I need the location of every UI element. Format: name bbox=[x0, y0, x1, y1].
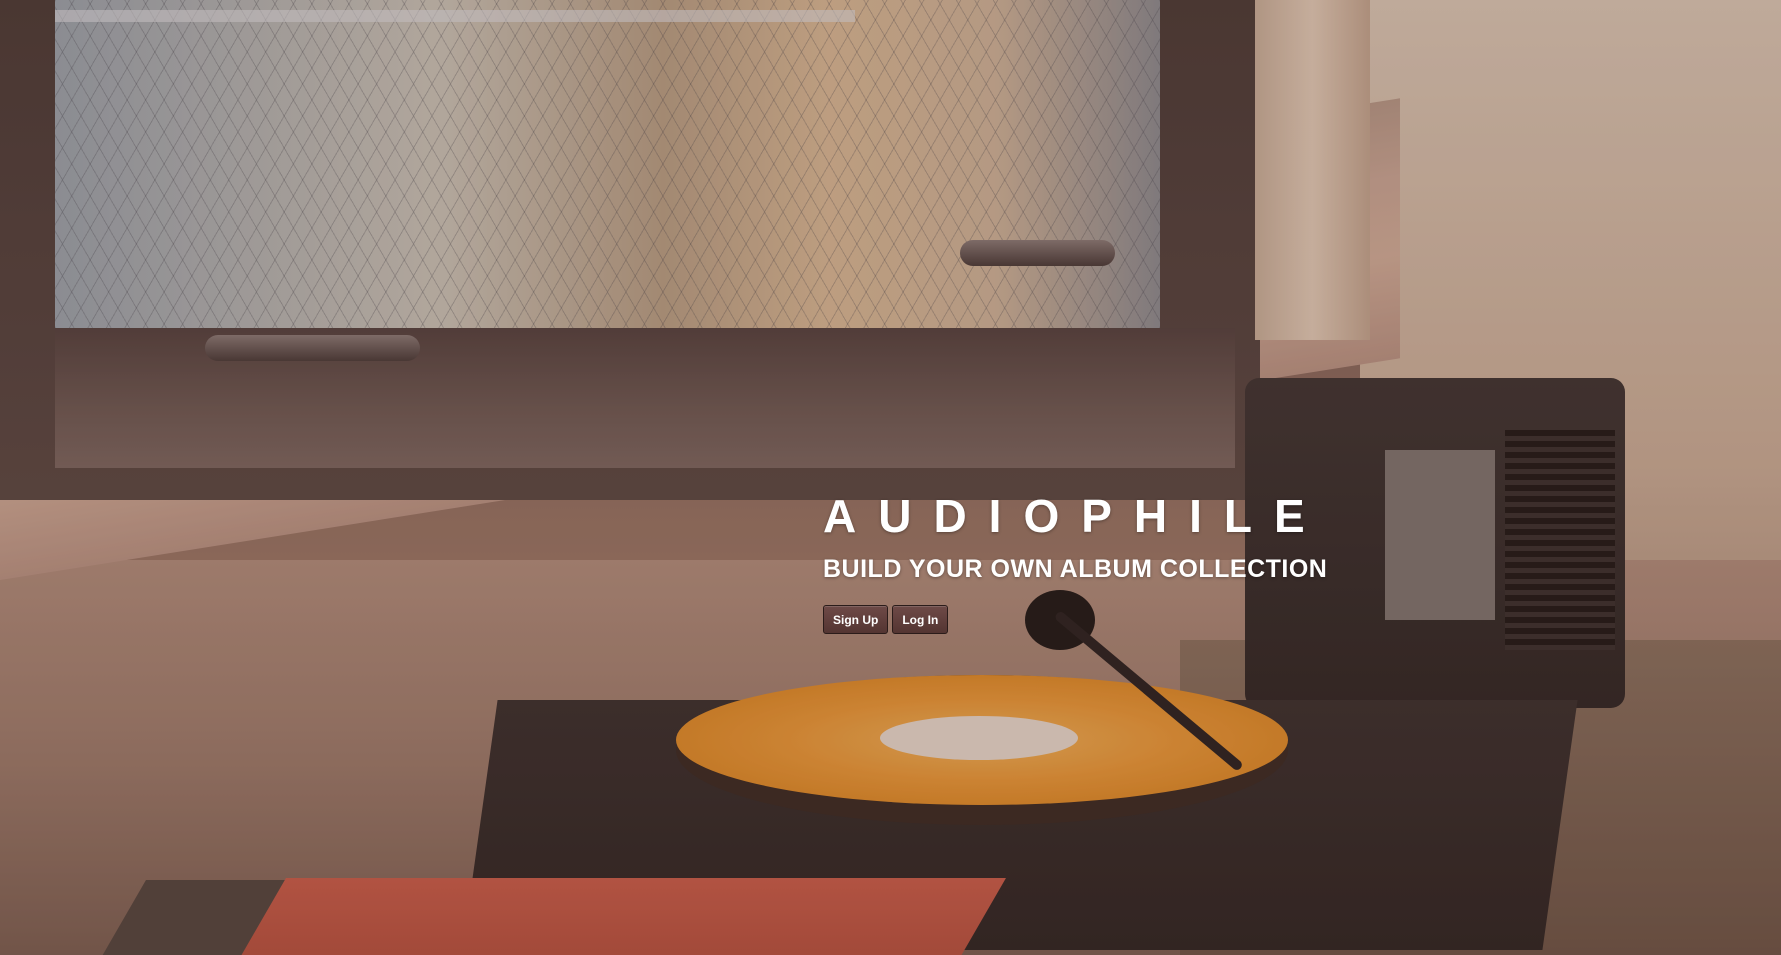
brand-title: AUDIOPHILE bbox=[823, 490, 1327, 542]
auth-actions: Sign Up Log In bbox=[823, 605, 1327, 634]
hero-overlay bbox=[0, 0, 1781, 955]
hero-background bbox=[0, 0, 1781, 955]
tagline: BUILD YOUR OWN ALBUM COLLECTION bbox=[823, 555, 1328, 583]
sign-up-button[interactable]: Sign Up bbox=[823, 605, 889, 634]
hero-content: AUDIOPHILE BUILD YOUR OWN ALBUM COLLECTI… bbox=[823, 488, 1327, 634]
log-in-button[interactable]: Log In bbox=[892, 605, 949, 634]
